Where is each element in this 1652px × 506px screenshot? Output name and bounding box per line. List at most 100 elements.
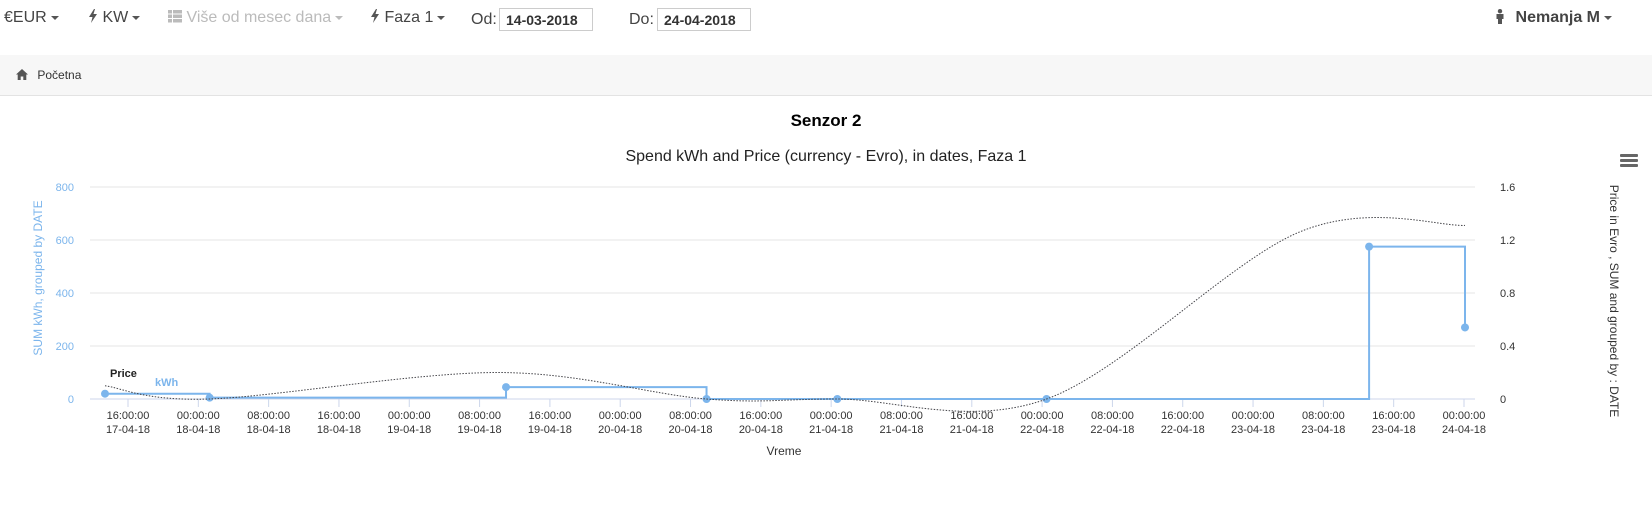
caret-down-icon <box>50 15 59 20</box>
x-tick-label-time: 08:00:00 <box>247 410 290 422</box>
x-tick-label-date: 22-04-18 <box>1090 424 1134 436</box>
home-icon <box>16 69 28 80</box>
caret-down-icon <box>1604 15 1612 20</box>
period-dropdown[interactable]: Više od mesec dana <box>168 9 344 27</box>
chart-title: Senzor 2 <box>791 111 862 130</box>
y2-tick-label: 0.8 <box>1500 288 1515 300</box>
from-date-label: Od: <box>471 11 497 28</box>
breadcrumb: Početna <box>0 55 1652 96</box>
breadcrumb-home[interactable]: Početna <box>16 68 81 82</box>
x-tick-label-date: 19-04-18 <box>458 424 502 436</box>
x-tick-label-time: 08:00:00 <box>880 410 923 422</box>
y-tick-label: 800 <box>56 182 74 194</box>
data-point-kwh[interactable] <box>205 393 214 402</box>
x-tick-label-time: 16:00:00 <box>950 410 993 422</box>
user-name: Nemanja M <box>1515 9 1600 26</box>
y2-tick-label: 0.4 <box>1500 341 1515 353</box>
chart-grid <box>90 186 1475 400</box>
phase-dropdown[interactable]: Faza 1 <box>370 9 446 27</box>
x-tick-label-time: 08:00:00 <box>1302 410 1345 422</box>
x-tick-label-date: 21-04-18 <box>950 424 994 436</box>
x-tick-label-time: 00:00:00 <box>1232 410 1275 422</box>
euro-icon: € <box>4 9 13 26</box>
table-icon <box>168 10 182 23</box>
series-label-price: Price <box>110 368 137 380</box>
x-tick-label-time: 16:00:00 <box>739 410 782 422</box>
x-tick-label-time: 08:00:00 <box>458 410 501 422</box>
x-tick-label-time: 08:00:00 <box>1091 410 1134 422</box>
x-tick-label-date: 23-04-18 <box>1231 424 1275 436</box>
unit-dropdown[interactable]: KW <box>88 9 141 27</box>
user-icon <box>1496 9 1504 24</box>
series-label-kwh: kWh <box>155 377 179 389</box>
x-tick-label-time: 00:00:00 <box>388 410 431 422</box>
x-tick-label-date: 22-04-18 <box>1161 424 1205 436</box>
x-tick-label-date: 22-04-18 <box>1020 424 1064 436</box>
caret-down-icon <box>437 15 446 20</box>
x-tick-label-date: 23-04-18 <box>1301 424 1345 436</box>
x-tick-label-time: 16:00:00 <box>1161 410 1204 422</box>
chart-menu-icon[interactable] <box>1620 154 1638 168</box>
chart-subtitle: Spend kWh and Price (currency - Evro), i… <box>625 148 1026 165</box>
data-point-kwh[interactable] <box>1365 242 1374 251</box>
caret-down-icon <box>132 15 141 20</box>
currency-label: EUR <box>12 9 47 26</box>
x-tick-label-date: 21-04-18 <box>879 424 923 436</box>
y-tick-label: 400 <box>56 288 74 300</box>
chart-series <box>101 217 1469 412</box>
x-tick-label-date: 19-04-18 <box>528 424 572 436</box>
y-axis: 0 200 400 600 800 <box>56 182 74 406</box>
currency-dropdown[interactable]: €EUR <box>4 9 59 27</box>
bolt-icon <box>371 9 379 23</box>
x-tick-label-time: 08:00:00 <box>669 410 712 422</box>
data-point-kwh[interactable] <box>502 383 511 392</box>
y-axis-title: SUM kWh, grouped by DATE <box>31 200 45 355</box>
chart-container: Senzor 2 Spend kWh and Price (currency -… <box>0 96 1652 501</box>
y2-tick-label: 1.2 <box>1500 235 1515 247</box>
period-label: Više od mesec dana <box>186 9 332 26</box>
caret-down-icon <box>335 15 344 20</box>
user-menu[interactable]: Nemanja M <box>1495 9 1612 27</box>
top-navbar: €EUR KW Više od mesec dana Faza 1 Od: Do… <box>0 0 1652 42</box>
x-tick-label-date: 17-04-18 <box>106 424 150 436</box>
x-tick-label-date: 18-04-18 <box>317 424 361 436</box>
y2-tick-label: 1.6 <box>1500 182 1515 194</box>
data-point-kwh[interactable] <box>833 395 842 403</box>
x-axis-title: Vreme <box>767 444 802 458</box>
line-chart: Senzor 2 Spend kWh and Price (currency -… <box>31 111 1621 458</box>
y2-tick-label: 0 <box>1500 394 1506 406</box>
x-tick-label-time: 16:00:00 <box>528 410 571 422</box>
x-tick-label-time: 00:00:00 <box>1021 410 1064 422</box>
x-tick-label-date: 20-04-18 <box>598 424 642 436</box>
x-axis: 16:00:00 17-04-18 00:00:00 18-04-18 08:00:00… <box>90 398 1486 436</box>
x-tick-label-time: 00:00:00 <box>599 410 642 422</box>
x-tick-label-date: 20-04-18 <box>669 424 713 436</box>
x-tick-label-date: 21-04-18 <box>809 424 853 436</box>
to-date-input[interactable] <box>657 8 751 31</box>
x-tick-label-date: 19-04-18 <box>387 424 431 436</box>
x-tick-label-time: 00:00:00 <box>1443 410 1486 422</box>
x-tick-label-time: 00:00:00 <box>810 410 853 422</box>
from-date-input[interactable] <box>499 8 593 31</box>
breadcrumb-home-label: Početna <box>37 68 82 82</box>
to-date-label: Do: <box>629 11 654 28</box>
data-point-kwh[interactable] <box>101 389 109 398</box>
x-tick-label-date: 20-04-18 <box>739 424 783 436</box>
y-tick-label: 600 <box>56 235 74 247</box>
x-tick-label-time: 16:00:00 <box>1372 410 1415 422</box>
y-tick-label: 0 <box>68 394 74 406</box>
unit-label: KW <box>102 9 129 26</box>
x-tick-label-date: 18-04-18 <box>176 424 220 436</box>
y-tick-label: 200 <box>56 341 74 353</box>
bolt-icon <box>89 9 97 23</box>
x-tick-label-date: 18-04-18 <box>247 424 291 436</box>
series-line-price[interactable] <box>104 217 1466 412</box>
y2-axis: 0 0.4 0.8 1.2 1.6 <box>1500 182 1515 406</box>
x-tick-label-date: 23-04-18 <box>1372 424 1416 436</box>
data-point-kwh[interactable] <box>1461 323 1469 332</box>
series-line-kwh[interactable] <box>105 245 1466 400</box>
y2-axis-title: Price in Evro , SUM and grouped by : DAT… <box>1607 185 1621 418</box>
x-tick-label-date: 24-04-18 <box>1442 424 1486 436</box>
x-tick-label-time: 16:00:00 <box>318 410 361 422</box>
phase-label: Faza 1 <box>384 9 434 26</box>
